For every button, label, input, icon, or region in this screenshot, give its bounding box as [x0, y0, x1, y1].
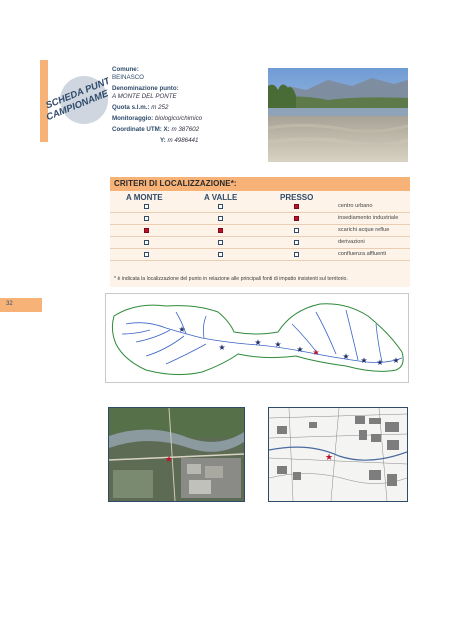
denominazione-label: Denominazione punto: [112, 85, 179, 92]
row-divider [110, 212, 410, 213]
station-star: ★ [296, 345, 303, 354]
monitoraggio-row: Monitoraggio: biologico/chimico [112, 115, 252, 123]
location-star: ★ [165, 455, 173, 465]
station-star: ★ [274, 340, 281, 349]
coordinate-row: Coordinate UTM: X: m 387602 [112, 126, 252, 134]
comune-row: Comune: BEINASCO [112, 66, 252, 82]
comune-label: Comune: [112, 66, 139, 73]
section-badge: SCHEDA PUNTO CAMPIONAMENTO [40, 60, 129, 142]
page-number-tab: 32 [0, 298, 42, 312]
point-info: Comune: BEINASCO Denominazione punto: A … [112, 66, 252, 148]
criteria-cell-valle [218, 240, 223, 245]
river-photo [268, 68, 408, 162]
station-star: ★ [392, 356, 399, 365]
station-star: ★ [376, 358, 383, 367]
criteria-label: scarichi acque reflue [338, 227, 390, 233]
criteria-cell-monte [144, 252, 149, 257]
station-star: ★ [254, 338, 261, 347]
coordinate-label: Coordinate UTM: X: [112, 126, 170, 133]
y-value: m 4986441 [167, 137, 199, 144]
criteria-cell-presso [294, 204, 299, 209]
col-monte-heading: A MONTE [126, 193, 163, 202]
x-value: m 387602 [171, 126, 200, 133]
denominazione-row: Denominazione punto: A MONTE DEL PONTE [112, 85, 252, 101]
criteria-cell-valle [218, 216, 223, 221]
criteria-label: derivazioni [338, 239, 365, 245]
topographic-map: ★ [268, 407, 408, 502]
criteria-cell-monte [144, 240, 149, 245]
col-presso-heading: PRESSO [280, 193, 314, 202]
criteri-note: * è indicata la localizzazione del punto… [114, 276, 348, 282]
current-station-star: ★ [312, 348, 319, 357]
quota-label: Quota s.l.m.: [112, 104, 150, 111]
monitoraggio-label: Monitoraggio: [112, 115, 154, 122]
criteria-cell-valle [218, 228, 223, 233]
criteri-localizzazione: CRITERI DI LOCALIZZAZIONE*: A MONTE A VA… [110, 177, 410, 287]
river-basin-map: ★ ★ ★ ★ ★ ★ ★ ★ ★ ★ [105, 293, 409, 383]
criteri-header: CRITERI DI LOCALIZZAZIONE*: [110, 177, 410, 191]
criteri-title: CRITERI DI LOCALIZZAZIONE*: [114, 179, 237, 188]
criteria-label: insediamento industriale [338, 215, 399, 221]
station-star: ★ [218, 343, 225, 352]
comune-value: BEINASCO [112, 74, 144, 81]
row-divider [110, 248, 410, 249]
location-star: ★ [325, 453, 333, 463]
y-label: Y: [160, 137, 166, 144]
criteria-cell-monte [144, 228, 149, 233]
denominazione-value: A MONTE DEL PONTE [112, 93, 177, 100]
y-row: Y: m 4986441 [112, 137, 252, 145]
criteria-cell-valle [218, 252, 223, 257]
station-star: ★ [178, 325, 185, 334]
criteria-cell-presso [294, 252, 299, 257]
criteria-cell-monte [144, 204, 149, 209]
criteria-cell-valle [218, 204, 223, 209]
aerial-photo: ★ [108, 407, 245, 502]
page-number: 32 [6, 301, 13, 307]
row-divider [110, 236, 410, 237]
row-divider [110, 224, 410, 225]
col-valle-heading: A VALLE [204, 193, 238, 202]
criteria-label: centro urbano [338, 203, 373, 209]
row-divider [110, 260, 410, 261]
criteria-cell-presso [294, 228, 299, 233]
station-star: ★ [342, 352, 349, 361]
monitoraggio-value: biologico/chimico [154, 115, 203, 122]
quota-value: m 252 [151, 104, 169, 111]
criteria-cell-monte [144, 216, 149, 221]
sampling-stars: ★ ★ ★ ★ ★ ★ ★ ★ ★ ★ [178, 325, 399, 367]
criteria-cell-presso [294, 240, 299, 245]
station-star: ★ [360, 356, 367, 365]
criteria-cell-presso [294, 216, 299, 221]
criteria-label: confluenza affluenti [338, 251, 387, 257]
quota-row: Quota s.l.m.: m 252 [112, 104, 252, 112]
